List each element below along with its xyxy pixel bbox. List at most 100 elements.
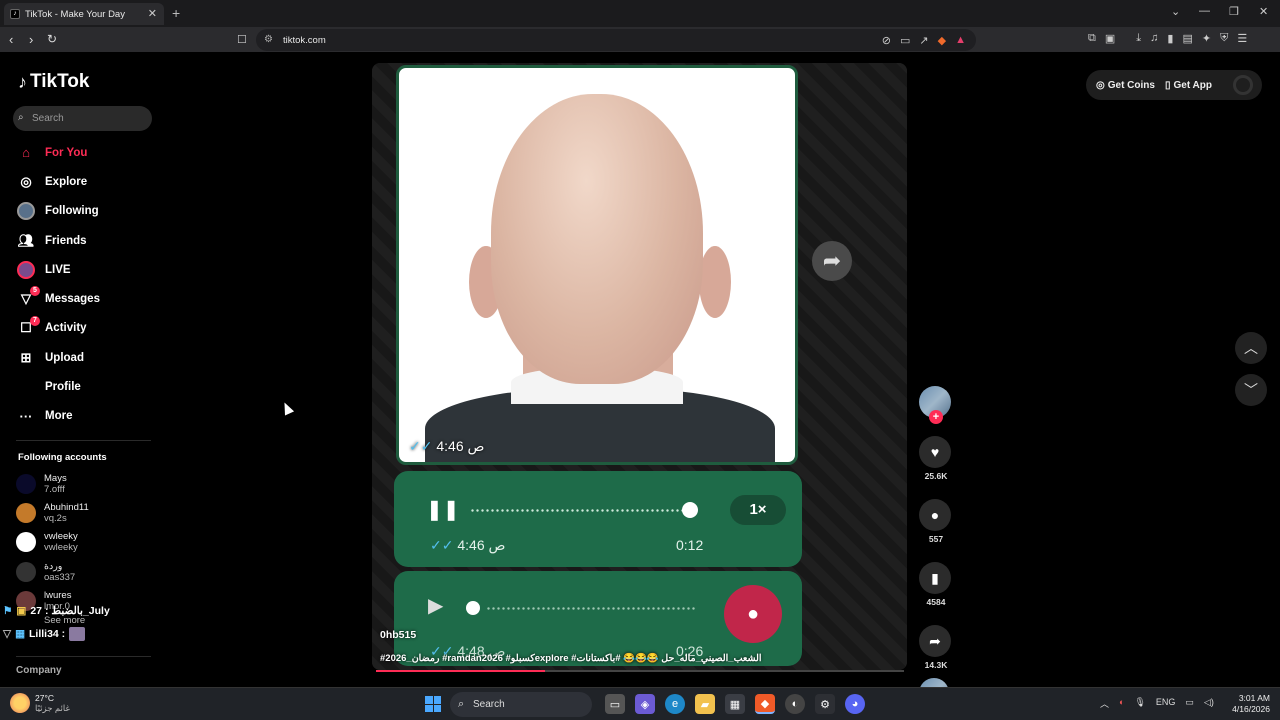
activity-badge: 7 [30, 315, 40, 326]
following-accounts-title: Following accounts [18, 452, 107, 463]
forward-icon[interactable]: › [29, 32, 33, 47]
sidebar-panel-icon[interactable]: ▣ [1105, 32, 1115, 45]
widgets-icon[interactable]: ◈ [635, 694, 655, 714]
discord-icon[interactable]: ◕ [845, 694, 865, 714]
more-icon: ··· [19, 408, 33, 424]
list-item[interactable]: Mays 7.offf [16, 469, 89, 498]
company-link[interactable]: Company [16, 665, 62, 676]
download-icon[interactable]: ⤓ [1136, 32, 1141, 45]
get-coins-button[interactable]: ◎ Get Coins [1096, 80, 1155, 91]
sidebar-item-messages[interactable]: ▽ 5 Messages [16, 284, 100, 313]
music-icon[interactable]: ♫ [1150, 32, 1158, 45]
translate-icon[interactable]: ⊘ [882, 34, 891, 47]
reload-icon[interactable]: ↻ [47, 32, 57, 46]
sidebar-item-label: Explore [45, 175, 88, 188]
top-right-actions: ◎ Get Coins ▯ Get App [1086, 70, 1262, 100]
see-more-link[interactable]: See more [16, 615, 89, 626]
sidebar-item-explore[interactable]: ◎ Explore [16, 167, 100, 196]
language-indicator[interactable]: ENG [1156, 697, 1176, 710]
sidebar-item-friends[interactable]: 👥︎ Friends [16, 226, 100, 255]
close-window-button[interactable]: ✕ [1259, 5, 1268, 18]
sidebar-item-live[interactable]: LIVE [16, 255, 100, 284]
coin-icon: ◎ [1096, 79, 1105, 91]
video-player[interactable]: ✓✓ 4:46 ص ➦ ❚❚ 1× ✓✓ 4:46 ص 0:12 ▶ ● ✓✓ … [372, 63, 907, 670]
sidebar-item-activity[interactable]: ☐ 7 Activity [16, 314, 100, 343]
next-video-button[interactable]: ﹀ [1235, 374, 1267, 406]
play-icon: ▶ [428, 595, 444, 617]
microphone-icon[interactable]: 🎙︎ [1134, 697, 1145, 710]
brave-browser-icon[interactable]: ◆ [755, 694, 775, 714]
leo-ai-icon[interactable]: ✦ [1202, 32, 1211, 45]
tray-overflow-icon[interactable]: ︿ [1100, 697, 1109, 710]
new-tab-button[interactable]: + [172, 5, 180, 21]
windows-start-icon[interactable] [425, 696, 441, 712]
store-icon[interactable]: ▦ [725, 694, 745, 714]
weather-widget[interactable]: 27°C غائم جزئيًا [10, 693, 70, 713]
network-icon[interactable]: ▭ [1185, 697, 1194, 710]
overlay-sticker-icon [69, 627, 86, 641]
browser-tab-bar: ♪ TikTok - Make Your Day ✕ + ⌄ — ❐ ✕ [0, 0, 1280, 27]
minimize-button[interactable]: — [1199, 5, 1210, 17]
upload-icon: ⊞ [20, 349, 32, 365]
comment-icon: ● [930, 507, 940, 523]
vpn-icon[interactable]: ⛨ [1220, 32, 1228, 45]
site-info-icon[interactable]: ⚙ [264, 34, 273, 45]
taskbar-search[interactable]: ⌕ Search [450, 692, 592, 717]
task-view-icon[interactable]: ▭ [605, 694, 625, 714]
share-page-icon[interactable]: ↗ [919, 34, 928, 47]
search-input[interactable]: ⌕ Search [13, 106, 152, 131]
list-item[interactable]: وردة oas337 [16, 557, 89, 586]
brave-rewards-icon[interactable]: ▲ [955, 34, 966, 47]
settings-icon[interactable]: ⚙ [815, 694, 835, 714]
back-icon[interactable]: ‹ [9, 32, 13, 47]
sidebar-toggle-icon[interactable]: ▮ [1167, 32, 1173, 45]
app-icon[interactable]: ◐ [785, 694, 805, 714]
profile-avatar[interactable] [1233, 75, 1253, 95]
tiktok-logo[interactable]: ♪ TikTok [18, 71, 89, 93]
pause-icon: ❚❚ [426, 499, 460, 521]
home-icon: ⌂ [22, 145, 30, 161]
tab-search-dropdown-icon[interactable]: ⌄ [1171, 5, 1180, 18]
follow-plus-icon[interactable]: + [929, 410, 943, 424]
previous-video-button[interactable]: ︿ [1235, 332, 1267, 364]
save-button[interactable]: ▮ [919, 562, 951, 594]
url-field[interactable]: ⚙ tiktok.com ⊘ ▭ ↗ ◆ ▲ [256, 29, 976, 51]
wallet-icon[interactable]: ▤ [1182, 32, 1192, 45]
sidebar-item-profile[interactable]: Profile [16, 372, 100, 401]
sidebar-item-following[interactable]: Following [16, 197, 100, 226]
file-explorer-icon[interactable]: ▰ [695, 694, 715, 714]
bookmark-icon[interactable]: ☐ [237, 33, 247, 46]
video-progress-bar[interactable] [376, 670, 904, 672]
like-button[interactable]: ♥ [919, 436, 951, 468]
get-app-button[interactable]: ▯ Get App [1165, 80, 1212, 91]
tab-close-icon[interactable]: ✕ [148, 7, 157, 20]
video-caption[interactable]: #2026_رمضان #ramdan2026 #كسبلوexplore #ا… [380, 653, 762, 664]
creator-avatar[interactable]: + [919, 386, 951, 424]
share-button[interactable]: ➦ [919, 625, 951, 657]
sidebar-item-more[interactable]: ··· More [16, 402, 100, 431]
list-item[interactable]: vwleeky vwleeky [16, 528, 89, 557]
volume-icon[interactable]: ◁) [1204, 697, 1214, 710]
url-text: tiktok.com [283, 34, 326, 46]
brave-shield-icon[interactable]: ◆ [938, 34, 946, 47]
sidebar-item-upload[interactable]: ⊞ Upload [16, 343, 100, 372]
list-item[interactable]: Abuhind11 vq.2s [16, 498, 89, 527]
maximize-button[interactable]: ❐ [1229, 5, 1239, 18]
comment-button[interactable]: ● [919, 499, 951, 531]
video-author[interactable]: 0hb515 [380, 629, 416, 641]
edge-icon[interactable]: e [665, 694, 685, 714]
menu-icon[interactable]: ☰ [1237, 32, 1247, 45]
overlay-badge-icon: ▽ [3, 628, 12, 640]
overlay-badge-icon: ▣ [16, 605, 27, 617]
browser-tab[interactable]: ♪ TikTok - Make Your Day ✕ [4, 3, 164, 25]
save-count: 4584 [926, 597, 946, 607]
system-clock[interactable]: 3:01 AM 4/16/2026 [1228, 693, 1270, 715]
weather-icon [10, 693, 30, 713]
search-icon: ⌕ [458, 698, 465, 710]
extensions-icon[interactable]: ⧉ [1088, 32, 1096, 45]
tray-app-icon[interactable]: ◐ [1119, 697, 1124, 710]
sidebar-item-for-you[interactable]: ⌂ For You [16, 138, 100, 167]
cast-icon[interactable]: ▭ [900, 34, 910, 47]
avatar [16, 473, 36, 494]
voice-progress-knob [682, 502, 698, 518]
